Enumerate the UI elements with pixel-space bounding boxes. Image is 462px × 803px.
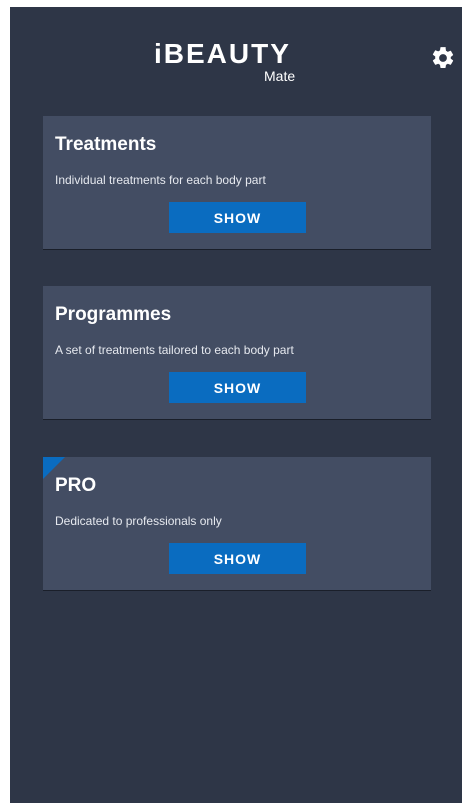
card-title: Programmes	[55, 304, 172, 325]
ibeauty-mate-logo: iBEAUTY Mate	[154, 38, 295, 84]
card-programmes: Programmes A set of treatments tailored …	[43, 286, 431, 420]
card-pro: PRO Dedicated to professionals only SHOW	[43, 457, 431, 591]
app-screen: iBEAUTY Mate Treatments Individual treat…	[10, 7, 462, 803]
svg-text:iBEAUTY: iBEAUTY	[154, 38, 291, 69]
svg-text:Mate: Mate	[264, 68, 295, 84]
settings-button[interactable]	[430, 45, 456, 71]
card-title: PRO	[55, 475, 97, 496]
app-logo: iBEAUTY Mate	[150, 37, 330, 87]
card-treatments: Treatments Individual treatments for eac…	[43, 116, 431, 250]
treatments-show-button[interactable]: SHOW	[169, 202, 306, 233]
programmes-show-button[interactable]: SHOW	[169, 372, 306, 403]
card-description: A set of treatments tailored to each bod…	[55, 343, 294, 357]
pro-show-button[interactable]: SHOW	[169, 543, 306, 574]
card-description: Individual treatments for each body part	[55, 173, 266, 187]
card-title: Treatments	[55, 134, 157, 155]
gear-icon	[432, 47, 454, 68]
card-description: Dedicated to professionals only	[55, 514, 222, 528]
